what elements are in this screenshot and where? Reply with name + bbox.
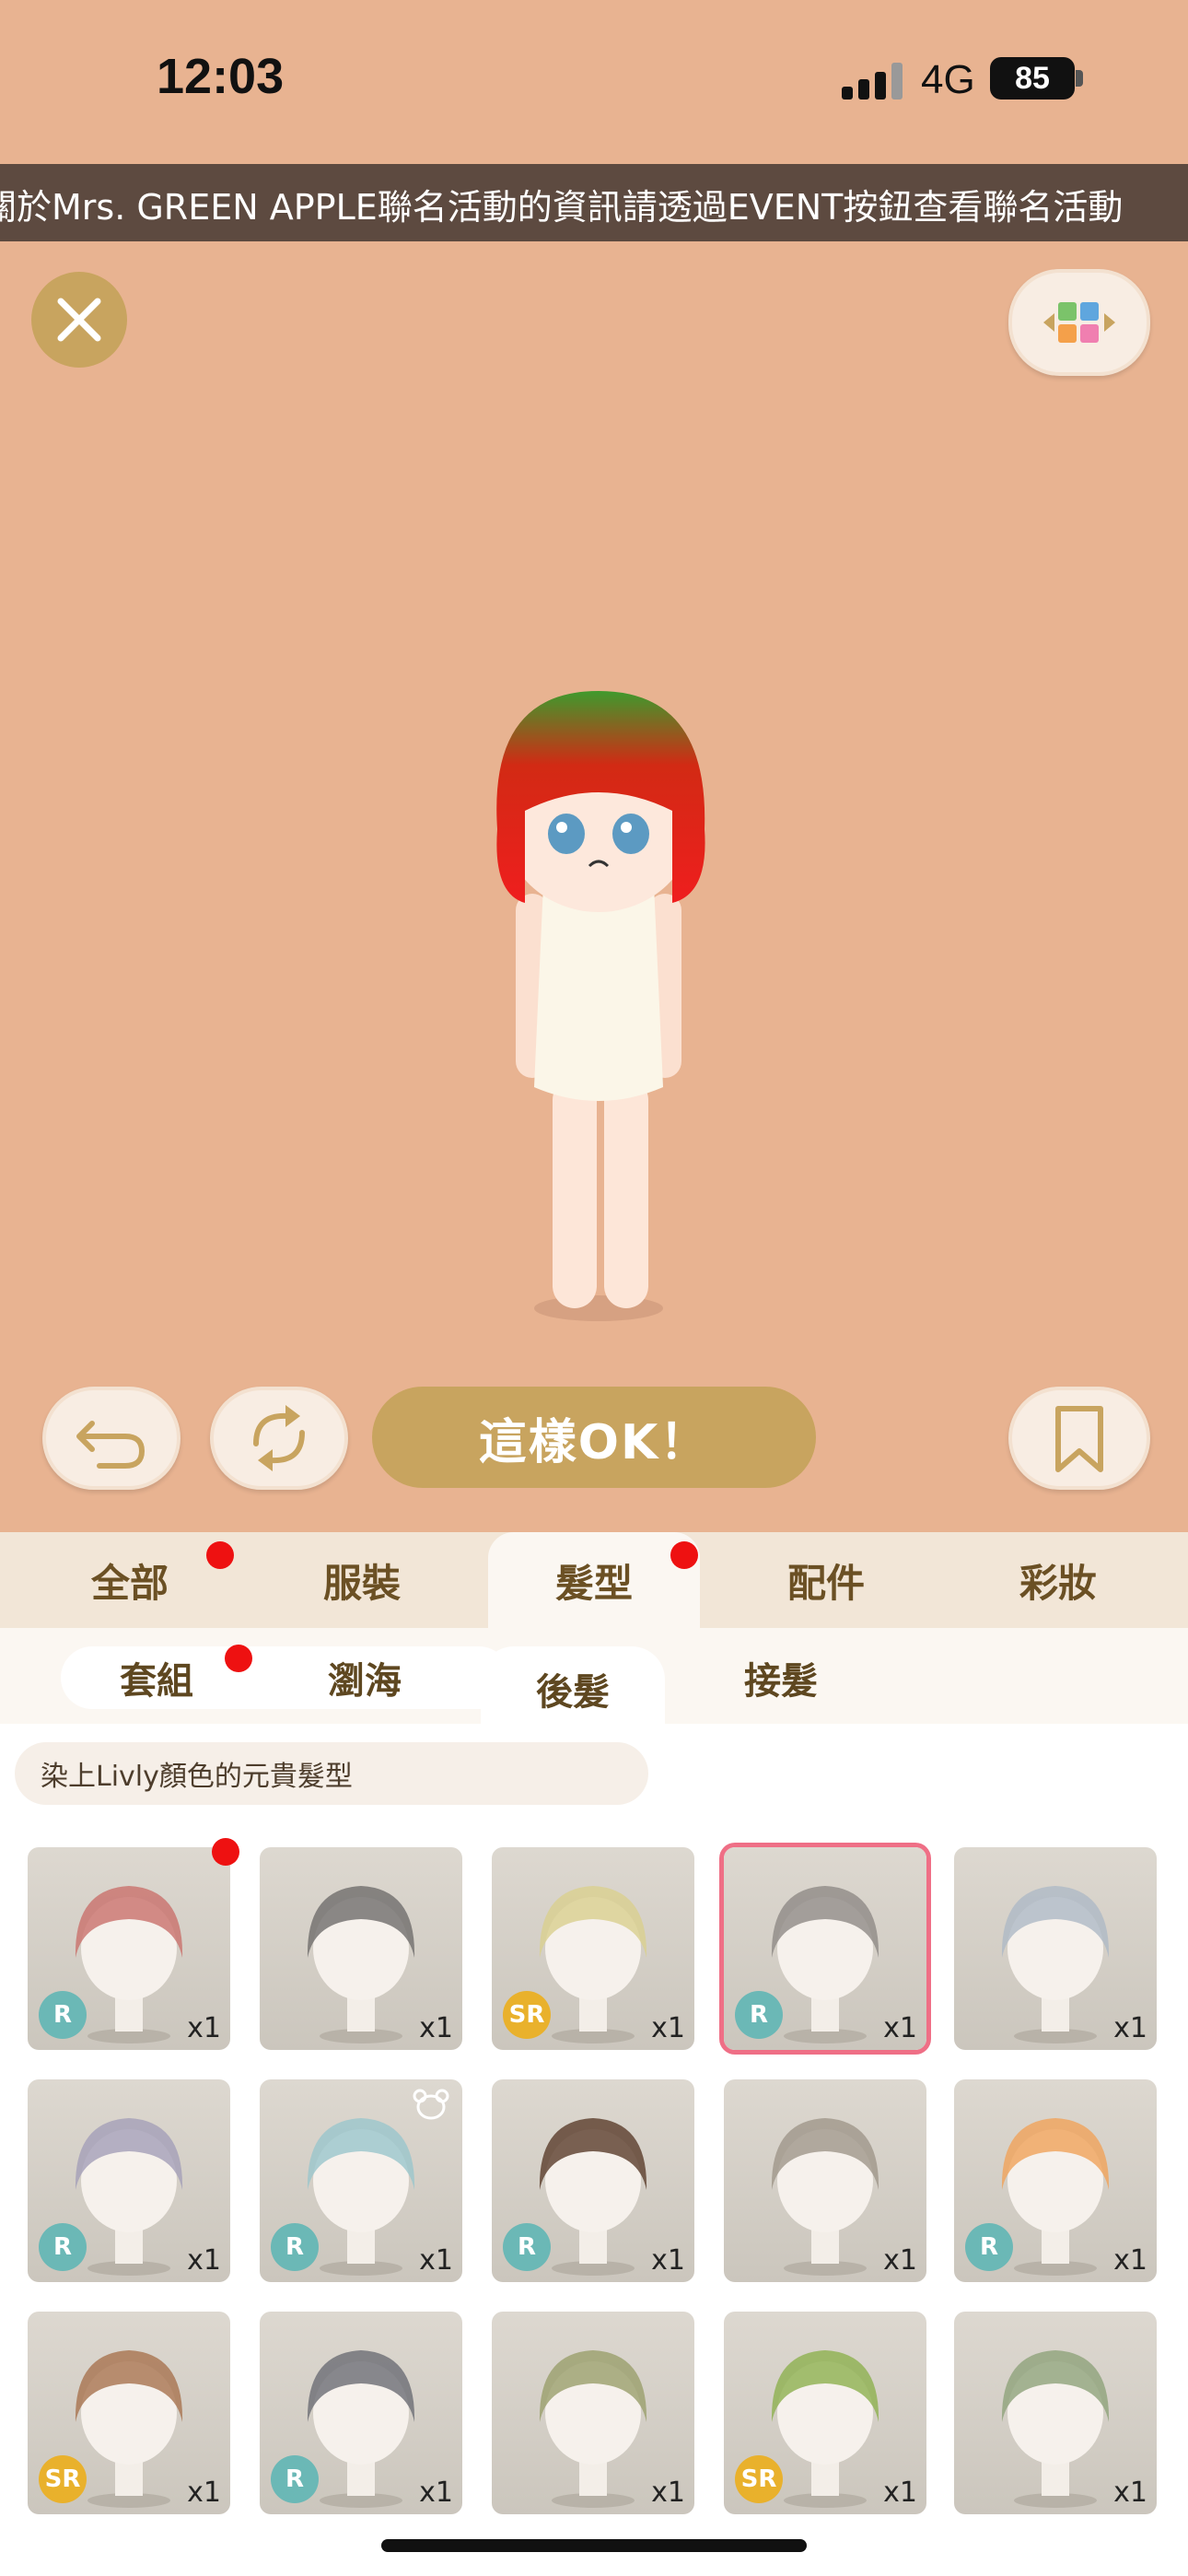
undo-icon: [76, 1421, 146, 1469]
hair-item-card[interactable]: x1: [260, 1847, 462, 2050]
bear-icon: [413, 2089, 449, 2120]
sub-tab-bangs[interactable]: 瀏海: [273, 1646, 457, 1709]
new-badge: [212, 1838, 239, 1866]
refresh-icon: [253, 1405, 305, 1471]
close-button[interactable]: [31, 272, 127, 368]
rarity-badge: R: [271, 2455, 319, 2503]
hair-item-card[interactable]: Rx1: [492, 2079, 694, 2282]
announcement-text: 關於Mrs. GREEN APPLE聯名活動的資訊請透過EVENT按鈕查看聯名活…: [0, 187, 1124, 228]
item-quantity: x1: [651, 2244, 685, 2277]
hair-item-card[interactable]: x1: [954, 1847, 1157, 2050]
tab-label: 服裝: [322, 1560, 401, 1606]
bookmark-icon: [1055, 1406, 1103, 1472]
tab-hairstyle[interactable]: 髮型: [488, 1532, 700, 1628]
tab-label: 彩妝: [1019, 1560, 1097, 1606]
hair-item-card[interactable]: SR x1: [28, 2312, 230, 2514]
new-badge: [225, 1645, 252, 1672]
hair-item-card[interactable]: x1: [492, 2312, 694, 2514]
avatar-figure: [496, 691, 705, 1321]
tab-makeup[interactable]: 彩妝: [952, 1532, 1164, 1628]
hair-item-card[interactable]: SR x1: [492, 1847, 694, 2050]
category-description: 染上Livly顏色的元貴髮型: [15, 1742, 648, 1805]
background-switch-icon: [1043, 302, 1115, 343]
hair-item-card[interactable]: Rx1: [260, 2079, 462, 2282]
close-icon: [57, 298, 101, 342]
sub-tab-label: 接髮: [744, 1660, 818, 1703]
sub-tab-extensions[interactable]: 接髮: [689, 1646, 873, 1709]
announcement-banner: 關於Mrs. GREEN APPLE聯名活動的資訊請透過EVENT按鈕查看聯名活…: [0, 164, 1188, 241]
rarity-badge: R: [503, 2223, 551, 2271]
rarity-badge: R: [271, 2223, 319, 2271]
hair-item-card[interactable]: SR x1: [724, 2312, 926, 2514]
new-badge: [206, 1541, 234, 1569]
sub-tab-label: 套組: [120, 1660, 193, 1703]
item-quantity: x1: [419, 2244, 453, 2277]
rarity-badge: SR: [735, 2455, 783, 2503]
tab-label: 配件: [786, 1560, 865, 1606]
new-badge: [670, 1541, 698, 1569]
status-time: 12:03: [157, 49, 285, 104]
item-quantity: x1: [187, 2476, 221, 2509]
sub-tab-label: 瀏海: [328, 1660, 402, 1703]
network-type: 4G: [921, 57, 975, 102]
tab-accessories[interactable]: 配件: [720, 1532, 932, 1628]
item-quantity: x1: [651, 2476, 685, 2509]
tab-label: 髮型: [554, 1560, 633, 1606]
hair-item-card[interactable]: Rx1: [260, 2312, 462, 2514]
bookmark-button[interactable]: [1008, 1387, 1150, 1490]
signal-icon: [842, 63, 906, 100]
rarity-badge: R: [39, 2223, 87, 2271]
hair-item-card[interactable]: Rx1: [724, 1847, 926, 2050]
item-quantity: x1: [187, 2244, 221, 2277]
hair-item-card[interactable]: Rx1: [28, 2079, 230, 2282]
item-list-panel: 染上Livly顏色的元貴髮型 Rx1 x1 SR x1 Rx1 x1 Rx1 Rx1 Rx1 x1…: [0, 1724, 1188, 2576]
hair-item-card[interactable]: Rx1: [954, 2079, 1157, 2282]
rarity-badge: R: [965, 2223, 1013, 2271]
hair-item-card[interactable]: x1: [724, 2079, 926, 2282]
rarity-badge: R: [39, 1991, 87, 2039]
tab-clothing[interactable]: 服裝: [256, 1532, 468, 1628]
battery-icon: 85: [990, 57, 1075, 100]
hair-item-card[interactable]: x1: [954, 2312, 1157, 2514]
home-indicator: [381, 2539, 807, 2552]
tab-label: 全部: [90, 1560, 169, 1606]
sub-tab-label: 後髮: [536, 1671, 610, 1714]
undo-button[interactable]: [42, 1387, 181, 1490]
item-quantity: x1: [187, 2012, 221, 2044]
item-quantity: x1: [883, 2012, 917, 2044]
item-quantity: x1: [883, 2244, 917, 2277]
item-quantity: x1: [1113, 2012, 1147, 2044]
rarity-badge: R: [735, 1991, 783, 2039]
background-switch-button[interactable]: [1008, 269, 1150, 376]
item-quantity: x1: [419, 2476, 453, 2509]
category-tabs: 全部 服裝 髮型 配件 彩妝: [0, 1532, 1188, 1628]
sub-tab-set[interactable]: 套組: [64, 1646, 249, 1709]
refresh-button[interactable]: [210, 1387, 348, 1490]
rarity-badge: SR: [39, 2455, 87, 2503]
status-bar: 12:03 4G 85: [0, 0, 1188, 161]
tab-all[interactable]: 全部: [24, 1532, 236, 1628]
battery-tip: [1076, 70, 1083, 87]
hair-item-card[interactable]: Rx1: [28, 1847, 230, 2050]
sub-tabs: 套組 瀏海 後髮 接髮: [0, 1628, 1188, 1731]
item-quantity: x1: [419, 2012, 453, 2044]
item-quantity: x1: [1113, 2244, 1147, 2277]
sub-tab-back-hair[interactable]: 後髮: [481, 1646, 665, 1731]
item-quantity: x1: [883, 2476, 917, 2509]
item-quantity: x1: [651, 2012, 685, 2044]
avatar-preview[interactable]: [442, 673, 746, 1336]
item-quantity: x1: [1113, 2476, 1147, 2509]
rarity-badge: SR: [503, 1991, 551, 2039]
confirm-ok-button[interactable]: 這樣OK！: [372, 1387, 816, 1488]
